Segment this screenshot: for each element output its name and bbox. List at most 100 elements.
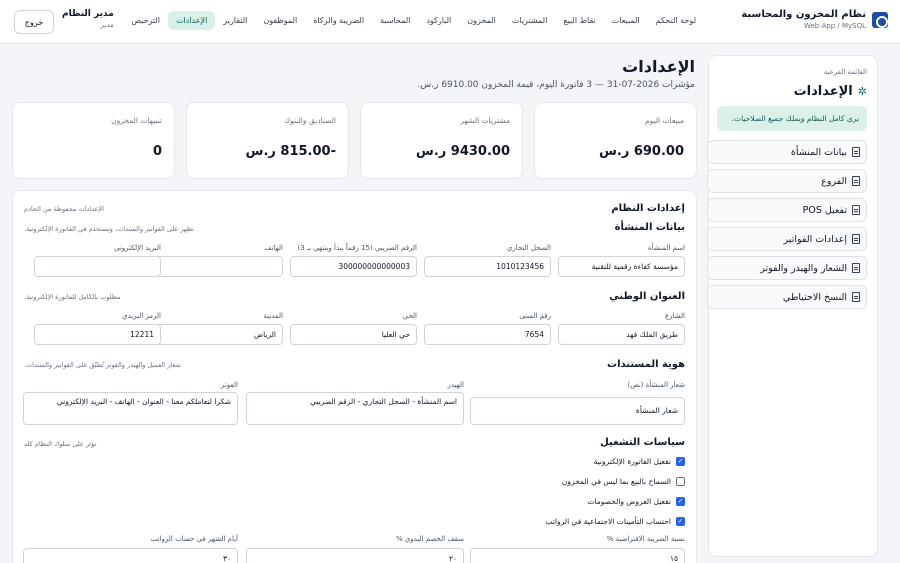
sub-menu-label: القائمة الفرعية xyxy=(823,68,867,76)
sub-menu-item[interactable]: الفروع xyxy=(707,169,867,193)
nav-item[interactable]: الترخيص xyxy=(123,11,168,30)
building-number-field[interactable]: 7654 xyxy=(424,324,551,345)
permissions-note: يرى كامل النظام ويملك جميع الصلاحيات. xyxy=(717,106,867,131)
checkbox-label: تفعيل العروض والخصومات xyxy=(587,497,671,506)
street-field[interactable]: طريق الملك فهد xyxy=(558,324,685,345)
sub-menu-item-label: بيانات المنشأة xyxy=(790,146,847,158)
brand-logo-icon xyxy=(872,11,888,28)
logo-text-field[interactable]: شعار المنشأة xyxy=(470,397,685,425)
tax-number-field[interactable]: 300000000000003 xyxy=(290,256,417,277)
user-role: مدير xyxy=(100,21,114,29)
policy-checkbox-row[interactable]: ✓ احتساب التأمينات الاجتماعية في الرواتب xyxy=(545,517,685,526)
building-number-label: رقم المبنى xyxy=(519,312,551,320)
nav-item[interactable]: المخزون xyxy=(459,11,504,30)
stat-card-value: 690.00 ر.س xyxy=(598,144,684,159)
checkbox[interactable]: ✓ xyxy=(676,457,685,466)
policy-checkbox-row[interactable]: ✓ تفعيل العروض والخصومات xyxy=(587,497,685,506)
sub-menu-title: ✲ الإعدادات xyxy=(794,84,867,99)
sub-menu-item-label: تفعيل POS xyxy=(802,204,847,216)
policy-checkbox-row[interactable]: ✓ تفعيل الفاتورة الإلكترونية xyxy=(594,457,685,466)
sub-menu-item[interactable]: بيانات المنشأة xyxy=(707,140,867,164)
policies-section-hint: تؤثر على سلوك النظام كله xyxy=(24,440,97,448)
page-subtitle: مؤشرات 2026-07-31 — 3 فاتورة اليوم، قيمة… xyxy=(417,80,695,90)
nav-item[interactable]: المشتريات xyxy=(504,11,555,30)
logout-button[interactable]: خروج xyxy=(14,10,54,34)
postal-code-field[interactable]: 12211 xyxy=(34,324,161,345)
sub-menu-list: بيانات المنشأة الفروع تفعيل POS إعدادات الف… xyxy=(707,140,867,314)
nav-item[interactable]: التقارير xyxy=(215,11,255,30)
identity-section-hint: شعار العميل والهيدر والفوتر تُطبّق على ا… xyxy=(24,361,181,369)
stat-card-month-purchases: مشتريات الشهر 9430.00 ر.س xyxy=(360,102,523,179)
phone-label: الهاتف xyxy=(264,244,283,252)
sub-menu-item[interactable]: إعدادات الفواتير xyxy=(707,227,867,251)
checkbox[interactable]: ✓ xyxy=(676,497,685,506)
stat-card-today-sales: مبيعات اليوم 690.00 ر.س xyxy=(534,102,697,179)
checkbox-label: السماح بالبيع بما ليس في المخزون xyxy=(561,477,671,486)
stat-card-cash-banks: الصناديق والبنوك -815.00 ر.س xyxy=(186,102,349,179)
settings-title: إعدادات النظام xyxy=(611,203,685,214)
stat-card-stock-alerts: تنبيهات المخزون 0 xyxy=(12,102,175,179)
nav-item[interactable]: الإعدادات xyxy=(168,11,216,30)
nav-item[interactable]: المبيعات xyxy=(604,11,648,30)
sub-menu-item[interactable]: النسخ الاحتياطي xyxy=(707,285,867,309)
document-icon xyxy=(852,263,860,273)
checkbox[interactable]: ✓ xyxy=(676,517,685,526)
sub-menu-item-label: الفروع xyxy=(821,175,847,187)
checkbox[interactable] xyxy=(676,477,685,486)
top-bar: نظام المخزون والمحاسبة Web App / MySQL ل… xyxy=(0,0,900,44)
address-section-hint: مطلوب بالكامل للفاتورة الإلكترونية. xyxy=(24,293,121,301)
city-label: المدينة xyxy=(263,312,283,320)
document-icon xyxy=(852,234,860,244)
nav-item[interactable]: الباركود xyxy=(418,11,459,30)
user-name: مدير النظام xyxy=(62,9,114,19)
district-field[interactable]: حي العليا xyxy=(290,324,417,345)
nav-item[interactable]: الموظفون xyxy=(255,11,305,30)
company-name-field[interactable]: مؤسسة كفاءة رقمية للتقنية xyxy=(558,256,685,277)
sub-menu-item-label: النسخ الاحتياطي xyxy=(782,291,847,303)
street-label: الشارع xyxy=(664,312,685,320)
checkbox-label: تفعيل الفاتورة الإلكترونية xyxy=(593,457,671,466)
brand-subtitle: Web App / MySQL xyxy=(803,22,866,30)
commercial-register-label: السجل التجاري xyxy=(506,244,551,252)
phone-field[interactable] xyxy=(156,256,283,277)
sub-menu-item-label: الشعار والهيدر والفوتر xyxy=(760,262,847,274)
policy-checkbox-row[interactable]: السماح بالبيع بما ليس في المخزون xyxy=(562,477,685,486)
nav-item[interactable]: الضريبة والزكاة xyxy=(305,11,372,30)
payroll-days-label: أيام الشهر في حساب الرواتب xyxy=(150,535,238,543)
header-text-area[interactable]: اسم المنشأة - السجل التجاري - الرقم الضر… xyxy=(246,392,464,425)
sub-menu-item[interactable]: الشعار والهيدر والفوتر xyxy=(707,256,867,280)
nav-item[interactable]: لوحة التحكم xyxy=(648,11,704,30)
sub-menu-item-label: إعدادات الفواتير xyxy=(783,233,847,245)
commercial-register-field[interactable]: 1010123456 xyxy=(424,256,551,277)
stat-card-label: تنبيهات المخزون xyxy=(111,116,162,125)
document-icon xyxy=(852,292,860,302)
email-label: البريد الإلكتروني xyxy=(114,244,161,252)
nav-item[interactable]: نقاط البيع xyxy=(555,11,603,30)
city-field[interactable]: الرياض xyxy=(156,324,283,345)
default-tax-field[interactable]: ١٥ xyxy=(470,548,685,563)
company-section-hint: تظهر على الفواتير والسندات، وتستخدم في ا… xyxy=(24,225,195,233)
document-icon xyxy=(852,147,860,157)
stat-card-label: مبيعات اليوم xyxy=(644,116,684,125)
email-field[interactable] xyxy=(34,256,161,277)
stat-cards: مبيعات اليوم 690.00 ر.س مشتريات الشهر 94… xyxy=(12,102,697,179)
sub-menu-panel: القائمة الفرعية ✲ الإعدادات يرى كامل الن… xyxy=(707,55,878,557)
footer-text-area[interactable]: شكرا لتعاملكم معنا - العنوان - الهاتف - … xyxy=(23,392,238,425)
address-section-title: العنوان الوطني xyxy=(609,291,685,302)
sub-menu-item[interactable]: تفعيل POS xyxy=(707,198,867,222)
manual-discount-field[interactable]: ٢٠ xyxy=(246,548,464,563)
brand-title: نظام المخزون والمحاسبة xyxy=(741,9,866,20)
district-label: الحي xyxy=(402,312,417,320)
payroll-days-field[interactable]: ٣٠ xyxy=(23,548,238,563)
document-icon xyxy=(852,205,860,215)
settings-panel: إعدادات النظام الإعدادات محفوظة من الخاد… xyxy=(12,190,697,563)
company-section-title: بيانات المنشأة xyxy=(614,222,685,233)
checkbox-label: احتساب التأمينات الاجتماعية في الرواتب xyxy=(545,517,671,526)
nav-item[interactable]: المحاسبة xyxy=(372,11,418,30)
brand: نظام المخزون والمحاسبة Web App / MySQL xyxy=(741,9,888,30)
manual-discount-label: سقف الخصم اليدوي % xyxy=(395,535,464,543)
user-info: مدير النظام مدير xyxy=(62,9,114,29)
footer-text-label: الفوتر xyxy=(220,381,238,389)
company-name-label: اسم المنشأة xyxy=(648,244,685,252)
tax-number-label: الرقم الضريبي (15 رقماً يبدأ وينتهي بـ 3… xyxy=(297,244,417,252)
